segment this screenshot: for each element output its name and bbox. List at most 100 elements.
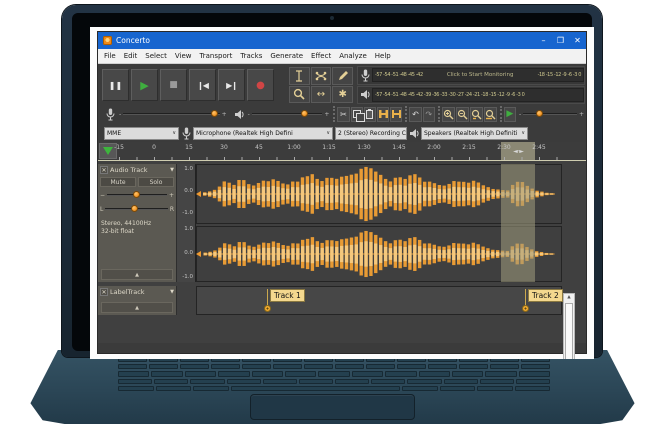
redo-button[interactable]: ↷: [423, 107, 435, 122]
recording-device-dropdown[interactable]: Microphone (Realtek High Defini ∨: [193, 127, 333, 140]
close-track-icon[interactable]: ✕: [100, 166, 108, 174]
timeshift-tool-button[interactable]: ↔: [311, 86, 332, 104]
spacebar-key: [231, 386, 401, 391]
paste-button[interactable]: [364, 107, 376, 122]
label-track-name[interactable]: LabelTrack: [110, 288, 145, 296]
skip-to-end-button[interactable]: ▶❙: [218, 69, 245, 101]
recording-channels-value: 2 (Stereo) Recording Channels: [338, 130, 407, 137]
vertical-scrollbar[interactable]: ▲ ▼: [563, 293, 575, 359]
recording-volume-knob[interactable]: [211, 110, 218, 117]
collapse-track-button[interactable]: ▲: [101, 269, 173, 280]
label-track-lane[interactable]: Track 1 Track 2: [196, 286, 562, 315]
scroll-up-icon[interactable]: ▲: [567, 294, 570, 301]
toolbar-grip[interactable]: [500, 106, 502, 122]
close-track-icon[interactable]: ✕: [100, 288, 108, 296]
pause-button[interactable]: ❚❚: [102, 69, 129, 101]
menu-item-analyze[interactable]: Analyze: [335, 52, 371, 60]
menu-item-help[interactable]: Help: [371, 52, 395, 60]
scale-label: 1.0: [184, 226, 193, 232]
skip-end-icon: ▶❙: [226, 81, 237, 90]
playback-volume-speaker-icon: [233, 109, 246, 120]
copy-button[interactable]: [351, 107, 363, 122]
timeline-ruler[interactable]: ◄─► -1501530451:001:151:301:452:002:152:…: [98, 142, 586, 161]
playback-meter[interactable]: -57 -54 -51 -48 -45 -42 -39 -36 -33 -30 …: [357, 86, 585, 105]
label-marker-icon[interactable]: [264, 305, 271, 312]
zoom-tool-button[interactable]: [289, 86, 310, 104]
audio-track-name[interactable]: Audio Track: [110, 166, 148, 174]
menu-item-effect[interactable]: Effect: [307, 52, 335, 60]
toolbar-grip[interactable]: [333, 106, 335, 122]
menu-item-transport[interactable]: Transport: [196, 52, 237, 60]
pause-icon: ❚❚: [109, 81, 122, 90]
keyboard-key: [385, 371, 416, 376]
stop-button[interactable]: ■: [160, 69, 187, 101]
solo-button[interactable]: Solo: [138, 177, 174, 187]
playback-volume-slider[interactable]: [252, 113, 323, 115]
minimize-button[interactable]: –: [535, 32, 552, 49]
label-track-header[interactable]: ✕ LabelTrack ▼: [98, 286, 176, 298]
recording-meter[interactable]: -57 -54 -51 -48 -45 -42 Click to Start M…: [357, 66, 585, 85]
selection-tool-button[interactable]: [289, 67, 310, 85]
keyboard-key: [118, 379, 152, 384]
audio-track-header[interactable]: ✕ Audio Track ▼: [98, 164, 176, 176]
label-flag[interactable]: Track 1: [270, 289, 305, 302]
gain-knob[interactable]: [133, 191, 140, 198]
playback-device-value: Speakers (Realtek High Definiti: [424, 130, 517, 137]
timeline-label: -15: [114, 144, 124, 151]
undo-button[interactable]: ↶: [409, 107, 421, 122]
trim-audio-button[interactable]: [377, 107, 389, 122]
menu-item-generate[interactable]: Generate: [266, 52, 307, 60]
draw-tool-button[interactable]: [332, 67, 353, 85]
keyboard-key: [299, 379, 333, 384]
vertical-scrollbar-thumb[interactable]: [565, 303, 573, 359]
record-button[interactable]: ●: [247, 69, 274, 101]
playback-device-dropdown[interactable]: Speakers (Realtek High Definiti ∨: [421, 127, 528, 140]
audio-host-dropdown[interactable]: MME ∨: [104, 127, 179, 140]
fit-selection-button[interactable]: [470, 107, 483, 122]
gain-slider-row: − +: [98, 188, 176, 202]
pan-slider[interactable]: [105, 208, 167, 210]
menu-item-tracks[interactable]: Tracks: [236, 52, 266, 60]
collapse-track-button[interactable]: ▲: [101, 302, 173, 313]
monitoring-hint[interactable]: Click to Start Monitoring: [447, 72, 514, 78]
menu-item-view[interactable]: View: [171, 52, 196, 60]
zoom-out-button[interactable]: [456, 107, 469, 122]
app-icon: [103, 36, 112, 45]
play-speed-knob[interactable]: [536, 110, 543, 117]
keyboard-key: [407, 379, 441, 384]
toolbar-grip[interactable]: [405, 106, 407, 122]
envelope-tool-button[interactable]: [311, 67, 332, 85]
track-menu-chevron-icon[interactable]: ▼: [170, 167, 174, 173]
title-bar[interactable]: Concerto – ❐ ✕: [98, 32, 586, 49]
playback-volume-knob[interactable]: [301, 110, 308, 117]
label-marker-icon[interactable]: [522, 305, 529, 312]
play-button[interactable]: ▶: [131, 69, 158, 101]
menu-item-file[interactable]: File: [100, 52, 120, 60]
multi-tool-button[interactable]: ✱: [332, 86, 353, 104]
gain-slider[interactable]: [107, 194, 167, 196]
zoom-in-button[interactable]: [442, 107, 455, 122]
recording-meter-bar[interactable]: -57 -54 -51 -48 -45 -42 Click to Start M…: [372, 68, 584, 82]
zoom-out-icon: [457, 109, 468, 120]
cut-button[interactable]: ✂: [337, 107, 349, 122]
play-at-speed-button[interactable]: ▶: [504, 107, 516, 122]
mute-button[interactable]: Mute: [100, 177, 136, 187]
recording-volume-slider[interactable]: [123, 113, 219, 115]
menu-item-select[interactable]: Select: [141, 52, 171, 60]
close-button[interactable]: ✕: [569, 32, 586, 49]
track-menu-chevron-icon[interactable]: ▼: [170, 289, 174, 295]
maximize-button[interactable]: ❐: [552, 32, 569, 49]
skip-to-start-button[interactable]: ❙◀: [189, 69, 216, 101]
play-speed-slider[interactable]: [523, 113, 577, 115]
silence-audio-button[interactable]: [390, 107, 402, 122]
label-flag[interactable]: Track 2: [528, 289, 563, 302]
playback-meter-bar[interactable]: -57 -54 -51 -48 -45 -42 -39 -36 -33 -30 …: [372, 88, 584, 102]
recording-device-value: Microphone (Realtek High Defini: [196, 130, 293, 137]
recording-channels-dropdown[interactable]: 2 (Stereo) Recording Channels ∨: [335, 127, 407, 140]
fit-project-button[interactable]: [484, 107, 497, 122]
toolbar-grip[interactable]: [438, 106, 440, 122]
pan-knob[interactable]: [131, 205, 138, 212]
transport-toolbar: ❚❚ ▶ ■ ❙◀ ▶❙ ●: [102, 66, 274, 104]
waveform-selection[interactable]: [501, 164, 535, 282]
menu-item-edit[interactable]: Edit: [120, 52, 142, 60]
